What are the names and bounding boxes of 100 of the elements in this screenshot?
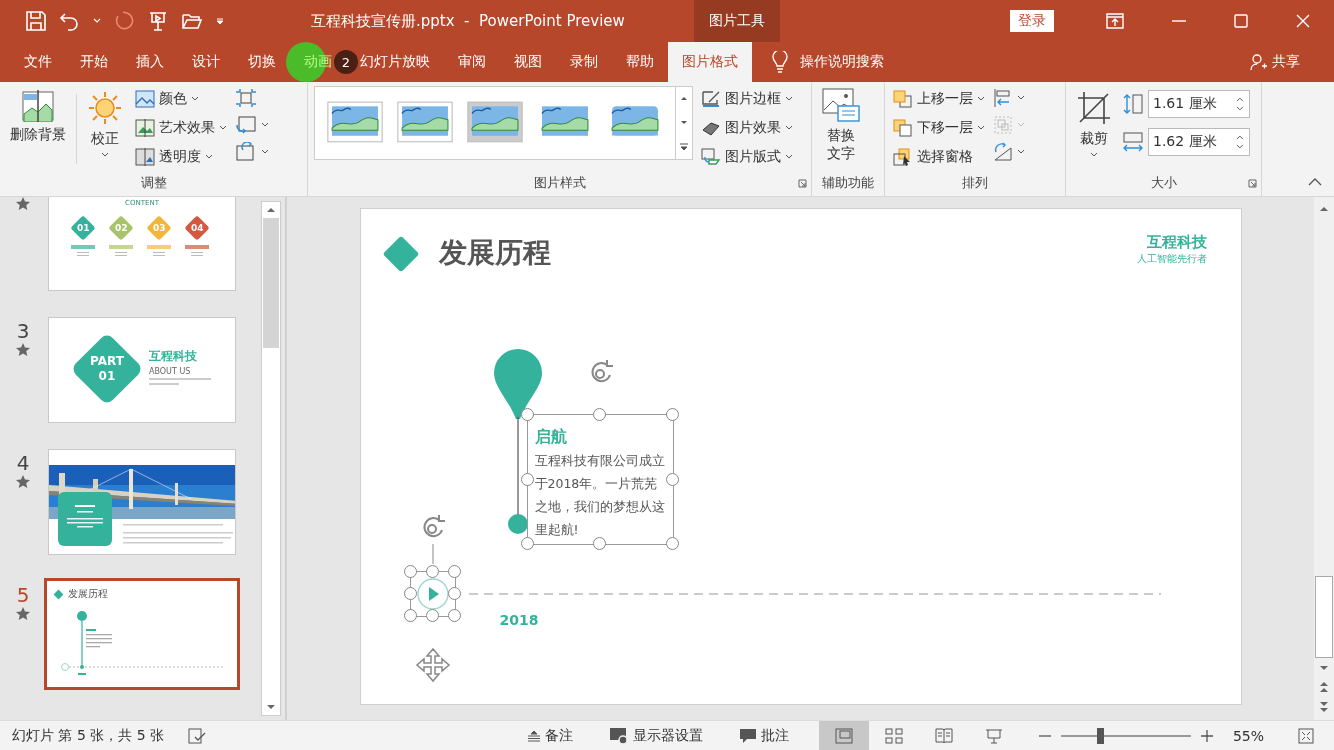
- editor-scrollbar[interactable]: [1314, 197, 1334, 720]
- display-settings-button[interactable]: 显示器设置: [602, 725, 709, 746]
- ribbon-tab[interactable]: 幻灯片放映: [358, 42, 444, 82]
- dialog-launcher-icon[interactable]: [798, 179, 807, 188]
- resize-handle[interactable]: [447, 609, 461, 622]
- resize-handle[interactable]: [403, 565, 417, 578]
- slide-thumbnail[interactable]: PART 01 互程科技 ABOUT US: [48, 317, 236, 423]
- caret-icon: [977, 124, 985, 131]
- resize-handle[interactable]: [593, 537, 606, 550]
- save-icon[interactable]: [25, 10, 47, 32]
- reset-picture-icon[interactable]: [235, 142, 257, 162]
- caret-icon: [785, 124, 793, 131]
- logo-text: 互程科技: [1146, 233, 1207, 252]
- pen-frame-icon: [701, 89, 721, 108]
- collapse-ribbon-icon[interactable]: [1308, 178, 1322, 186]
- ribbon-display-icon[interactable]: [1106, 13, 1124, 29]
- cursor-squares-icon: [893, 147, 913, 166]
- picture-effects-button[interactable]: 图片效果: [699, 115, 795, 140]
- ribbon-tab[interactable]: 切换: [234, 42, 290, 82]
- share-button[interactable]: 共享: [1244, 42, 1306, 82]
- align-icon[interactable]: [993, 88, 1013, 108]
- ribbon-tab[interactable]: 录制: [556, 42, 612, 82]
- thumbnail-scrollbar[interactable]: [261, 201, 281, 716]
- resize-handle[interactable]: [425, 609, 439, 622]
- width-field[interactable]: 1.62 厘米: [1148, 128, 1250, 156]
- color-button[interactable]: 颜色: [133, 86, 229, 111]
- alt-text-button[interactable]: 替换文字: [818, 86, 864, 166]
- resize-handle[interactable]: [665, 472, 679, 486]
- resize-handle[interactable]: [520, 472, 534, 486]
- year-label: 2018: [499, 612, 539, 628]
- selection-frame[interactable]: [403, 565, 462, 623]
- tell-me-search[interactable]: 操作说明搜索: [800, 53, 884, 71]
- notes-button[interactable]: 备注: [520, 725, 579, 746]
- resize-handle[interactable]: [665, 537, 679, 550]
- remove-background-button[interactable]: 删除背景: [6, 86, 70, 148]
- crop-button[interactable]: 裁剪: [1072, 86, 1116, 162]
- bring-forward-button[interactable]: 上移一层: [891, 86, 987, 111]
- selection-pane-button[interactable]: 选择窗格: [891, 144, 987, 169]
- picture-layout-button[interactable]: 图片版式: [699, 144, 795, 169]
- presentation-icon[interactable]: [147, 10, 169, 32]
- scrollbar-thumb[interactable]: [1315, 576, 1333, 658]
- lightbulb-icon[interactable]: [772, 51, 788, 73]
- zoom-slider-thumb[interactable]: [1096, 727, 1104, 744]
- artistic-effects-button[interactable]: 艺术效果: [133, 115, 229, 140]
- resize-handle[interactable]: [403, 587, 417, 600]
- sign-in-button[interactable]: 登录: [1010, 10, 1054, 32]
- accessibility-check-icon[interactable]: [188, 727, 207, 744]
- picture-border-button[interactable]: 图片边框: [699, 86, 795, 111]
- slide-number: 4: [16, 453, 30, 473]
- fit-to-window-icon[interactable]: [1298, 727, 1314, 744]
- ribbon-tab[interactable]: 图片格式: [668, 42, 752, 82]
- comments-button[interactable]: 批注: [732, 725, 795, 746]
- resize-handle[interactable]: [520, 537, 534, 550]
- resize-handle[interactable]: [403, 609, 417, 622]
- caret-icon[interactable]: [261, 122, 269, 128]
- ribbon-tab[interactable]: 视图: [500, 42, 556, 82]
- play-icon[interactable]: [416, 578, 449, 610]
- ribbon-tab[interactable]: 开始: [66, 42, 122, 82]
- close-icon[interactable]: [1296, 14, 1310, 28]
- compress-pictures-icon[interactable]: [235, 88, 257, 108]
- ribbon-tab[interactable]: 插入: [122, 42, 178, 82]
- zoom-in-icon[interactable]: [1200, 729, 1213, 742]
- height-field[interactable]: 1.61 厘米: [1148, 90, 1250, 118]
- caret-icon[interactable]: [1017, 95, 1025, 101]
- slide-number: 3: [16, 321, 30, 341]
- scrollbar-thumb[interactable]: [263, 218, 279, 348]
- undo-icon[interactable]: [59, 10, 81, 32]
- notes-icon: [526, 729, 541, 742]
- zoom-level[interactable]: 55%: [1232, 727, 1264, 744]
- resize-handle[interactable]: [447, 565, 461, 578]
- ribbon-tab[interactable]: 审阅: [444, 42, 500, 82]
- change-picture-icon[interactable]: [235, 115, 257, 135]
- ribbon-tab[interactable]: 帮助: [612, 42, 668, 82]
- caret-icon[interactable]: [261, 149, 269, 155]
- send-backward-button[interactable]: 下移一层: [891, 115, 987, 140]
- resize-handle[interactable]: [665, 408, 679, 421]
- slide-thumbnail[interactable]: [48, 449, 236, 555]
- picture-split-icon: [135, 118, 155, 137]
- resize-handle[interactable]: [593, 408, 606, 421]
- move-icon[interactable]: [414, 647, 451, 683]
- resize-handle[interactable]: [425, 565, 439, 578]
- redo-icon[interactable]: [113, 10, 135, 32]
- milestone-text-box[interactable]: 启航 互程科技有限公司成立于2018年。一片荒芜之地，我们的梦想从这里起航!: [527, 415, 673, 544]
- dialog-launcher-icon[interactable]: [1248, 179, 1257, 188]
- customize-icon[interactable]: [215, 16, 225, 26]
- sun-icon: [87, 90, 123, 126]
- caret-icon[interactable]: [1017, 149, 1025, 155]
- ribbon-tab[interactable]: 文件: [10, 42, 66, 82]
- ribbon-tab[interactable]: 设计: [178, 42, 234, 82]
- rotate-icon[interactable]: [993, 142, 1013, 162]
- transparency-button[interactable]: 透明度: [133, 144, 229, 169]
- zoom-out-icon[interactable]: [1038, 734, 1051, 737]
- maximize-icon[interactable]: [1234, 14, 1248, 28]
- view-button[interactable]: [818, 721, 869, 750]
- caret-icon: [977, 95, 985, 102]
- thumbnail-title: 发展历程: [68, 587, 108, 601]
- corrections-button[interactable]: 校正: [83, 86, 127, 162]
- comment-icon: [738, 727, 757, 744]
- person-add-icon: [1250, 53, 1268, 71]
- slide-thumbnail[interactable]: 发展历程: [44, 578, 240, 690]
